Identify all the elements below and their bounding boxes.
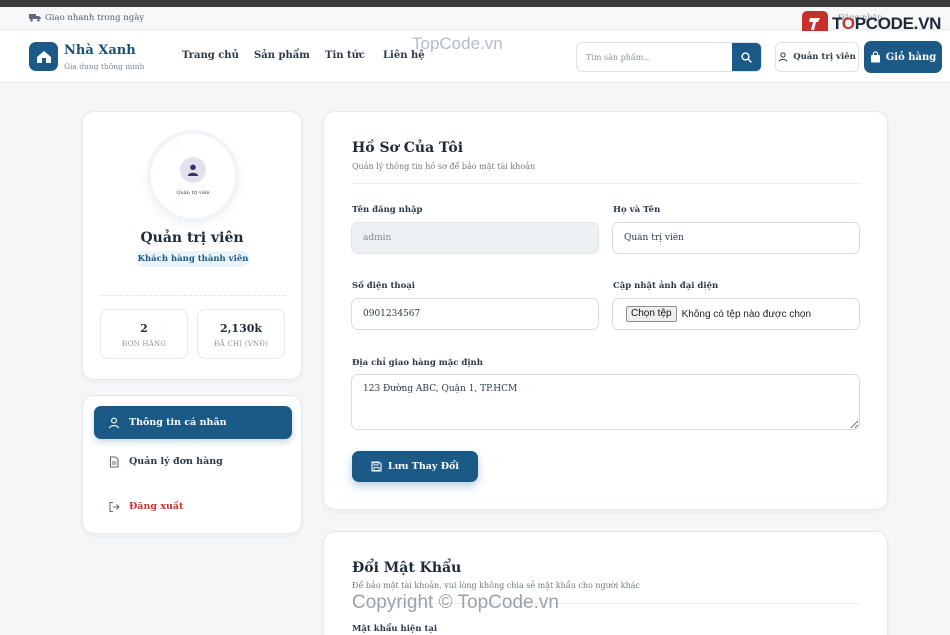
watermark-bottom: Copyright © TopCode.vn	[352, 592, 559, 613]
shopping-bag-icon	[870, 51, 880, 63]
member-badge: Khách hàng thành viên	[136, 251, 250, 267]
password-form-title: Đổi Mật Khẩu	[352, 560, 462, 576]
stat-spent-label: ĐÃ CHI (VNĐ)	[213, 340, 269, 348]
avatar-file-input: Chọn tệp Không có tệp nào được chọn	[612, 298, 860, 330]
account-button[interactable]: Quản trị viên	[775, 42, 859, 72]
account-menu: Thông tin cá nhân Quản lý đơn hàng Đăng …	[82, 395, 302, 534]
save-icon	[371, 461, 382, 472]
phone-field[interactable]	[351, 298, 599, 330]
menu-item-profile[interactable]: Thông tin cá nhân	[94, 406, 292, 439]
logout-icon	[109, 501, 120, 512]
search-box	[576, 42, 762, 72]
cart-label: Giỏ hàng	[885, 51, 937, 63]
shipping-text: Giao nhanh trong ngày	[45, 13, 145, 23]
stat-spent-value: 2,130k	[219, 322, 263, 335]
menu-item-logout[interactable]: Đăng xuất	[94, 490, 292, 523]
menu-item-label: Đăng xuất	[129, 501, 184, 512]
brand-name[interactable]: Nhà Xanh	[64, 43, 136, 58]
stat-spent: 2,130k ĐÃ CHI (VNĐ)	[197, 309, 285, 359]
avatar-upload-label: Cập nhật ảnh đại diện	[613, 281, 719, 291]
current-password-label: Mật khẩu hiện tại	[352, 624, 438, 634]
profile-divider	[100, 295, 286, 296]
nav-news[interactable]: Tin tức	[325, 50, 365, 61]
account-label: Quản trị viên	[793, 52, 856, 62]
stat-orders-value: 2	[140, 322, 148, 335]
menu-item-label: Quản lý đơn hàng	[129, 456, 223, 467]
fullname-field[interactable]	[612, 222, 860, 254]
avatar-caption: Quản trị viên	[176, 189, 210, 196]
file-status: Không có tệp nào được chọn	[681, 308, 812, 320]
profile-form-title: Hồ Sơ Của Tôi	[352, 140, 464, 156]
address-label: Địa chỉ giao hàng mặc định	[352, 358, 483, 368]
username-label: Tên đăng nhập	[352, 205, 423, 215]
stat-orders: 2 ĐƠN HÀNG	[100, 309, 188, 359]
choose-file-button[interactable]: Chọn tệp	[626, 306, 677, 322]
profile-form-subtitle: Quản lý thông tin hồ sơ để bảo mật tài k…	[352, 162, 536, 171]
stat-orders-label: ĐƠN HÀNG	[121, 340, 167, 348]
search-icon	[741, 51, 752, 63]
truck-icon	[29, 14, 41, 22]
profile-form-card: Hồ Sơ Của Tôi Quản lý thông tin hồ sơ để…	[323, 111, 888, 510]
fullname-label: Họ và Tên	[613, 205, 661, 215]
address-field[interactable]: 123 Đường ABC, Quận 1, TP.HCM	[351, 374, 860, 430]
nav-home[interactable]: Trang chủ	[182, 50, 239, 61]
profile-card: Quản trị viên Quản trị viên Khách hàng t…	[82, 111, 302, 380]
save-label: Lưu Thay Đổi	[387, 461, 459, 472]
username-field[interactable]	[351, 222, 599, 254]
password-form-subtitle: Để bảo mật tài khoản, vui lòng không chi…	[352, 581, 640, 590]
document-icon	[110, 456, 119, 467]
search-button[interactable]	[732, 43, 761, 71]
brand-tagline: Gia dụng thông minh	[64, 62, 145, 71]
phone-label: Số điện thoại	[352, 281, 415, 291]
cart-button[interactable]: Giỏ hàng	[864, 41, 942, 73]
watermark-top: TopCode.vn	[412, 34, 503, 53]
profile-name: Quản trị viên	[140, 230, 244, 246]
brand-logo-icon[interactable]	[29, 42, 58, 71]
menu-item-orders[interactable]: Quản lý đơn hàng	[94, 445, 292, 478]
nav-products[interactable]: Sản phẩm	[254, 50, 310, 61]
profile-form-divider	[352, 183, 861, 184]
user-icon	[778, 52, 788, 62]
save-button[interactable]: Lưu Thay Đổi	[352, 451, 478, 482]
password-form-card: Đổi Mật Khẩu Để bảo mật tài khoản, vui l…	[323, 531, 888, 635]
avatar: Quản trị viên	[151, 134, 235, 218]
avatar-user-icon	[180, 156, 206, 183]
window-top-strip	[0, 0, 950, 7]
menu-item-label: Thông tin cá nhân	[129, 417, 227, 428]
search-input[interactable]	[577, 43, 734, 71]
user-icon	[108, 417, 120, 428]
